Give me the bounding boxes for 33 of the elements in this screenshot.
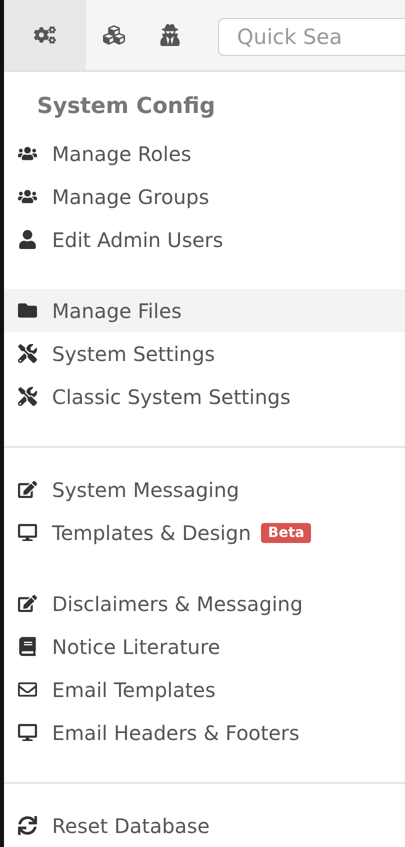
menu-item[interactable]: Manage Files xyxy=(4,289,405,332)
tools-icon xyxy=(18,387,37,406)
folder-icon xyxy=(18,301,37,320)
menu-item[interactable]: Templates & Design Beta xyxy=(4,511,405,554)
users-icon xyxy=(18,144,37,163)
menu-item[interactable]: Manage Roles xyxy=(4,132,405,175)
edit-icon xyxy=(18,594,37,613)
menu-item[interactable]: Reset Database xyxy=(4,804,405,847)
refresh-icon xyxy=(18,816,37,835)
users-icon xyxy=(18,187,37,206)
menu-item[interactable]: Email Templates xyxy=(4,668,405,711)
edit-icon xyxy=(18,480,37,499)
menu-item[interactable]: Manage Groups xyxy=(4,175,405,218)
envelope-icon xyxy=(18,680,37,699)
cubes-icon xyxy=(103,24,125,46)
menu-item[interactable]: Email Headers & Footers xyxy=(4,711,405,754)
gears-icon xyxy=(34,24,56,46)
menu-item[interactable]: System Messaging xyxy=(4,468,405,511)
beta-badge: Beta xyxy=(261,522,312,542)
spy-icon xyxy=(159,24,181,46)
menu-item[interactable]: System Settings xyxy=(4,332,405,375)
menu-item[interactable]: Edit Admin Users xyxy=(4,218,405,261)
monitor-icon xyxy=(18,723,37,742)
menu-item[interactable]: Disclaimers & Messaging xyxy=(4,582,405,625)
user-icon xyxy=(18,230,37,249)
book-icon xyxy=(18,637,37,656)
toolbar-tab[interactable] xyxy=(4,0,86,70)
search-field[interactable]: Quick Sea xyxy=(218,18,405,56)
monitor-icon xyxy=(18,523,37,542)
tools-icon xyxy=(18,344,37,363)
menu-item[interactable]: Notice Literature xyxy=(4,625,405,668)
menu-item[interactable]: Classic System Settings xyxy=(4,375,405,418)
section-heading: System Config xyxy=(36,94,216,121)
